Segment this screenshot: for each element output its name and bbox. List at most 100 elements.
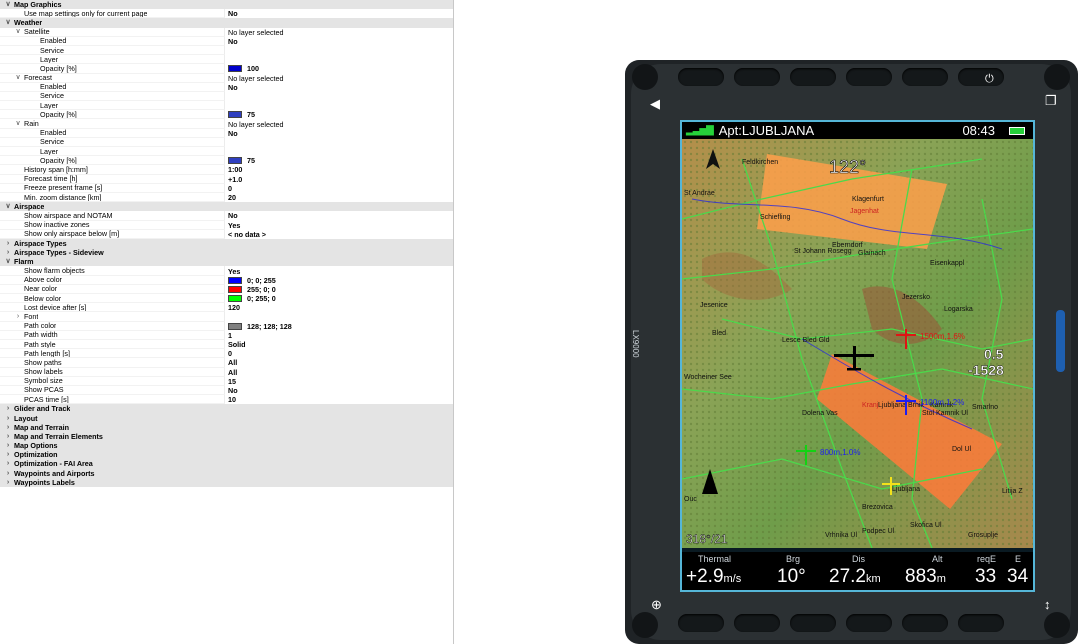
grid-row-26[interactable]: › Airspace Types bbox=[0, 238, 453, 249]
grid-row-value[interactable] bbox=[225, 312, 453, 321]
hw-button-11[interactable] bbox=[902, 614, 948, 632]
grid-row-value[interactable] bbox=[225, 55, 453, 64]
hw-button-4[interactable] bbox=[846, 68, 892, 86]
grid-row-38[interactable]: Path length [s] 0 bbox=[0, 349, 453, 359]
grid-row-33[interactable]: Lost device after [s] 120 bbox=[0, 303, 453, 313]
chevron-right-icon[interactable]: › bbox=[2, 423, 14, 432]
grid-row-value[interactable]: No bbox=[225, 9, 453, 18]
updown-icon[interactable]: ↕ bbox=[1044, 597, 1051, 612]
grid-row-value[interactable]: 255; 0; 0 bbox=[225, 285, 453, 294]
grid-row-22[interactable]: ∨ Airspace bbox=[0, 202, 453, 212]
grid-row-value[interactable]: All bbox=[225, 368, 453, 377]
grid-row-value[interactable] bbox=[225, 92, 453, 101]
grid-row-51[interactable]: › Waypoints and Airports bbox=[0, 468, 453, 478]
grid-row-49[interactable]: › Optimization bbox=[0, 450, 453, 460]
grid-row-16[interactable]: Layer bbox=[0, 147, 453, 157]
grid-row-value[interactable]: No bbox=[225, 129, 453, 138]
grid-row-37[interactable]: Path style Solid bbox=[0, 339, 453, 350]
chevron-right-icon[interactable]: › bbox=[2, 414, 14, 423]
grid-row-value[interactable]: Solid bbox=[225, 340, 453, 349]
grid-row-20[interactable]: Freeze present frame [s] 0 bbox=[0, 183, 453, 193]
grid-row-value[interactable]: 120 bbox=[225, 303, 453, 312]
grid-row-28[interactable]: ∨ Flarm bbox=[0, 257, 453, 267]
grid-row-value[interactable]: 20 bbox=[225, 193, 453, 202]
grid-row-value[interactable]: No bbox=[225, 386, 453, 395]
side-slider[interactable] bbox=[1056, 310, 1065, 372]
grid-row-14[interactable]: Enabled No bbox=[0, 128, 453, 138]
grid-row-value[interactable] bbox=[225, 101, 453, 110]
grid-row-52[interactable]: › Waypoints Labels bbox=[0, 477, 453, 487]
grid-row-39[interactable]: Show paths All bbox=[0, 358, 453, 368]
grid-row-value[interactable]: No layer selected bbox=[225, 28, 453, 37]
grid-row-4[interactable]: Enabled No bbox=[0, 36, 453, 46]
grid-row-value[interactable]: 128; 128; 128 bbox=[225, 322, 453, 331]
grid-row-1[interactable]: Use map settings only for current page No bbox=[0, 9, 453, 19]
hw-button-1[interactable] bbox=[678, 68, 724, 86]
grid-row-6[interactable]: Layer bbox=[0, 55, 453, 65]
grid-row-13[interactable]: ∨ Rain No layer selected bbox=[0, 119, 453, 129]
hw-button-8[interactable] bbox=[734, 614, 780, 632]
grid-row-42[interactable]: Show PCAS No bbox=[0, 385, 453, 396]
chevron-down-icon[interactable]: ∨ bbox=[12, 119, 24, 127]
grid-row-40[interactable]: Show labels All bbox=[0, 367, 453, 377]
chevron-down-icon[interactable]: ∨ bbox=[12, 74, 24, 82]
grid-row-value[interactable]: 0; 0; 255 bbox=[225, 276, 453, 285]
grid-row-48[interactable]: › Map Options bbox=[0, 441, 453, 451]
grid-row-value[interactable]: No bbox=[225, 83, 453, 92]
grid-row-value[interactable]: < no data > bbox=[225, 230, 453, 239]
chevron-right-icon[interactable]: › bbox=[2, 441, 14, 450]
grid-row-value[interactable]: All bbox=[225, 358, 453, 367]
chevron-right-icon[interactable]: › bbox=[2, 404, 14, 413]
hw-button-9[interactable] bbox=[790, 614, 836, 632]
grid-row-41[interactable]: Symbol size 15 bbox=[0, 376, 453, 386]
grid-row-value[interactable]: 0 bbox=[225, 349, 453, 358]
grid-row-36[interactable]: Path width 1 bbox=[0, 330, 453, 340]
chevron-down-icon[interactable]: ∨ bbox=[2, 18, 14, 27]
grid-row-46[interactable]: › Map and Terrain bbox=[0, 422, 453, 432]
grid-row-17[interactable]: Opacity [%] 75 bbox=[0, 156, 453, 166]
grid-row-5[interactable]: Service bbox=[0, 45, 453, 56]
zoom-icon[interactable]: ⊕ bbox=[651, 597, 662, 613]
grid-row-value[interactable]: No layer selected bbox=[225, 119, 453, 129]
grid-row-24[interactable]: Show inactive zones Yes bbox=[0, 220, 453, 230]
chevron-right-icon[interactable]: › bbox=[2, 239, 14, 248]
grid-row-23[interactable]: Show airspace and NOTAM No bbox=[0, 211, 453, 221]
grid-row-value[interactable]: No bbox=[225, 211, 453, 220]
chevron-down-icon[interactable]: ∨ bbox=[12, 28, 24, 36]
corner-knob-br[interactable] bbox=[1044, 612, 1070, 638]
grid-row-value[interactable]: 15 bbox=[225, 377, 453, 386]
grid-row-35[interactable]: Path color 128; 128; 128 bbox=[0, 321, 453, 331]
chevron-right-icon[interactable]: › bbox=[12, 312, 24, 320]
chevron-right-icon[interactable]: › bbox=[2, 459, 14, 468]
grid-row-12[interactable]: Opacity [%] 75 bbox=[0, 110, 453, 120]
grid-row-19[interactable]: Forecast time [h] +1.0 bbox=[0, 174, 453, 184]
grid-row-43[interactable]: PCAS time [s] 10 bbox=[0, 395, 453, 405]
chevron-right-icon[interactable]: › bbox=[2, 450, 14, 459]
grid-row-11[interactable]: Layer bbox=[0, 101, 453, 111]
grid-row-44[interactable]: › Glider and Track bbox=[0, 404, 453, 414]
corner-knob-bl[interactable] bbox=[632, 612, 658, 638]
hw-button-3[interactable] bbox=[790, 68, 836, 86]
grid-row-value[interactable]: +1.0 bbox=[225, 175, 453, 184]
grid-row-27[interactable]: › Airspace Types - Sideview bbox=[0, 248, 453, 258]
hw-button-10[interactable] bbox=[846, 614, 892, 632]
grid-row-value[interactable]: Yes bbox=[225, 221, 453, 230]
grid-row-value[interactable]: 1:00 bbox=[225, 165, 453, 174]
device-screen[interactable]: ▂▃▅▇ Apt:LJUBLJANA 08:43 Feldkirchen St … bbox=[680, 120, 1035, 592]
hw-button-12[interactable] bbox=[958, 614, 1004, 632]
grid-row-value[interactable]: 75 bbox=[225, 110, 453, 119]
grid-row-21[interactable]: Min. zoom distance [km] 20 bbox=[0, 192, 453, 203]
grid-row-value[interactable]: 0 bbox=[225, 184, 453, 193]
chevron-right-icon[interactable]: › bbox=[2, 432, 14, 441]
power-icon[interactable]: ⏻ bbox=[985, 73, 994, 86]
grid-row-value[interactable] bbox=[225, 147, 453, 156]
grid-row-value[interactable]: 0; 255; 0 bbox=[225, 294, 453, 303]
grid-row-value[interactable] bbox=[225, 138, 453, 147]
grid-row-30[interactable]: Above color 0; 0; 255 bbox=[0, 275, 453, 285]
grid-row-value[interactable]: 75 bbox=[225, 156, 453, 165]
grid-row-29[interactable]: Show flarm objects Yes bbox=[0, 266, 453, 276]
grid-row-value[interactable]: No layer selected bbox=[225, 74, 453, 83]
hw-button-6[interactable] bbox=[958, 68, 1004, 86]
grid-row-45[interactable]: › Layout bbox=[0, 413, 453, 423]
chevron-down-icon[interactable]: ∨ bbox=[2, 0, 14, 9]
